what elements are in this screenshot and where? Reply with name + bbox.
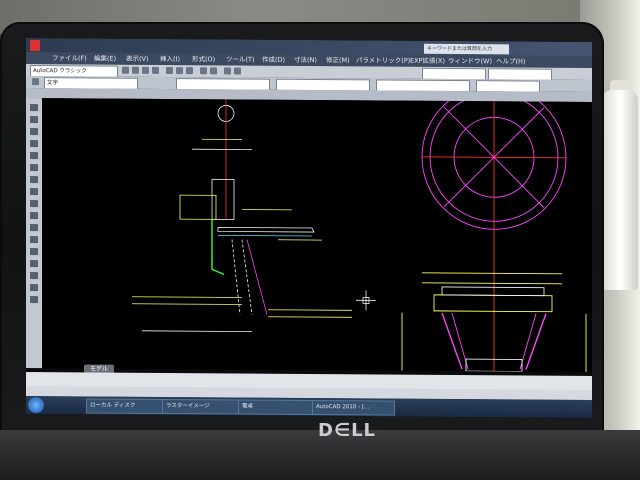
menu-dimension[interactable]: 寸法(N)	[294, 54, 317, 66]
copy-icon[interactable]	[176, 67, 183, 75]
wall-block	[211, 178, 235, 220]
table-icon[interactable]	[30, 284, 38, 292]
section-detail	[132, 99, 352, 333]
xline-icon[interactable]	[30, 116, 38, 124]
circle-icon[interactable]	[30, 176, 38, 184]
region-icon[interactable]	[30, 272, 38, 280]
task-explorer[interactable]: ローカル ディスク	[86, 398, 163, 414]
zoom-icon[interactable]	[234, 67, 241, 75]
menu-parametric[interactable]: パラメトリック(P)	[356, 54, 410, 66]
menu-file[interactable]: ファイル(F)	[52, 52, 87, 64]
paste-icon[interactable]	[186, 67, 193, 75]
draw-toolbar	[26, 98, 42, 369]
menu-draw[interactable]: 作成(D)	[262, 54, 285, 66]
redo-icon[interactable]	[210, 67, 217, 75]
autocad-app-icon[interactable]	[30, 40, 40, 52]
menu-window[interactable]: ウィンドウ(W)	[448, 55, 492, 67]
task-raster[interactable]: ラスターイメージ	[162, 398, 239, 415]
bottle	[602, 90, 638, 290]
polyline-icon[interactable]	[30, 128, 38, 136]
spline-icon[interactable]	[30, 200, 38, 208]
task-calc[interactable]: 電卓	[238, 399, 313, 416]
plan-view	[421, 84, 567, 372]
block-icon[interactable]	[30, 224, 38, 232]
menu-insert[interactable]: 挿入(I)	[160, 53, 180, 65]
cut-icon[interactable]	[166, 67, 173, 75]
drawing-canvas[interactable]	[42, 84, 592, 372]
slab	[217, 226, 315, 233]
search-input[interactable]: キーワードまたは質問を入力	[424, 43, 509, 55]
hatch-icon[interactable]	[30, 248, 38, 256]
menu-modify[interactable]: 修正(M)	[326, 54, 350, 66]
rectangle-icon[interactable]	[30, 152, 38, 160]
menu-help[interactable]: ヘルプ(H)	[496, 55, 525, 67]
menu-edit[interactable]: 編集(E)	[94, 52, 116, 64]
magenta-slope	[246, 239, 268, 315]
laptop-screen: キーワードまたは質問を入力 ファイル(F) 編集(E) 表示(V) 挿入(I) …	[26, 38, 592, 418]
dell-logo: D∈LL	[318, 420, 377, 441]
undo-icon[interactable]	[200, 67, 207, 75]
menu-express[interactable]: EXP拡張(X)	[410, 55, 445, 67]
save-icon[interactable]	[142, 66, 149, 74]
gradient-icon[interactable]	[30, 260, 38, 268]
crosshair-cursor-icon	[356, 290, 376, 311]
polygon-icon[interactable]	[30, 140, 38, 148]
layer-manager-icon[interactable]	[32, 78, 39, 86]
print-icon[interactable]	[152, 66, 159, 74]
line-icon[interactable]	[30, 104, 38, 112]
cad-drawing	[132, 84, 587, 372]
arc-icon[interactable]	[30, 164, 38, 172]
menu-view[interactable]: 表示(V)	[126, 53, 149, 65]
ellipse-icon[interactable]	[30, 212, 38, 220]
start-orb-icon[interactable]	[28, 397, 44, 414]
pan-icon[interactable]	[224, 67, 231, 75]
new-icon[interactable]	[122, 66, 129, 74]
point-icon[interactable]	[30, 236, 38, 244]
menu-format[interactable]: 形式(O)	[192, 53, 215, 65]
menu-tools[interactable]: ツール(T)	[226, 53, 255, 65]
open-icon[interactable]	[132, 66, 139, 74]
slope-lines	[231, 239, 253, 315]
mtext-icon[interactable]	[30, 296, 38, 304]
cloud-icon[interactable]	[30, 188, 38, 196]
task-autocad[interactable]: AutoCAD 2010 - [...	[312, 400, 395, 416]
